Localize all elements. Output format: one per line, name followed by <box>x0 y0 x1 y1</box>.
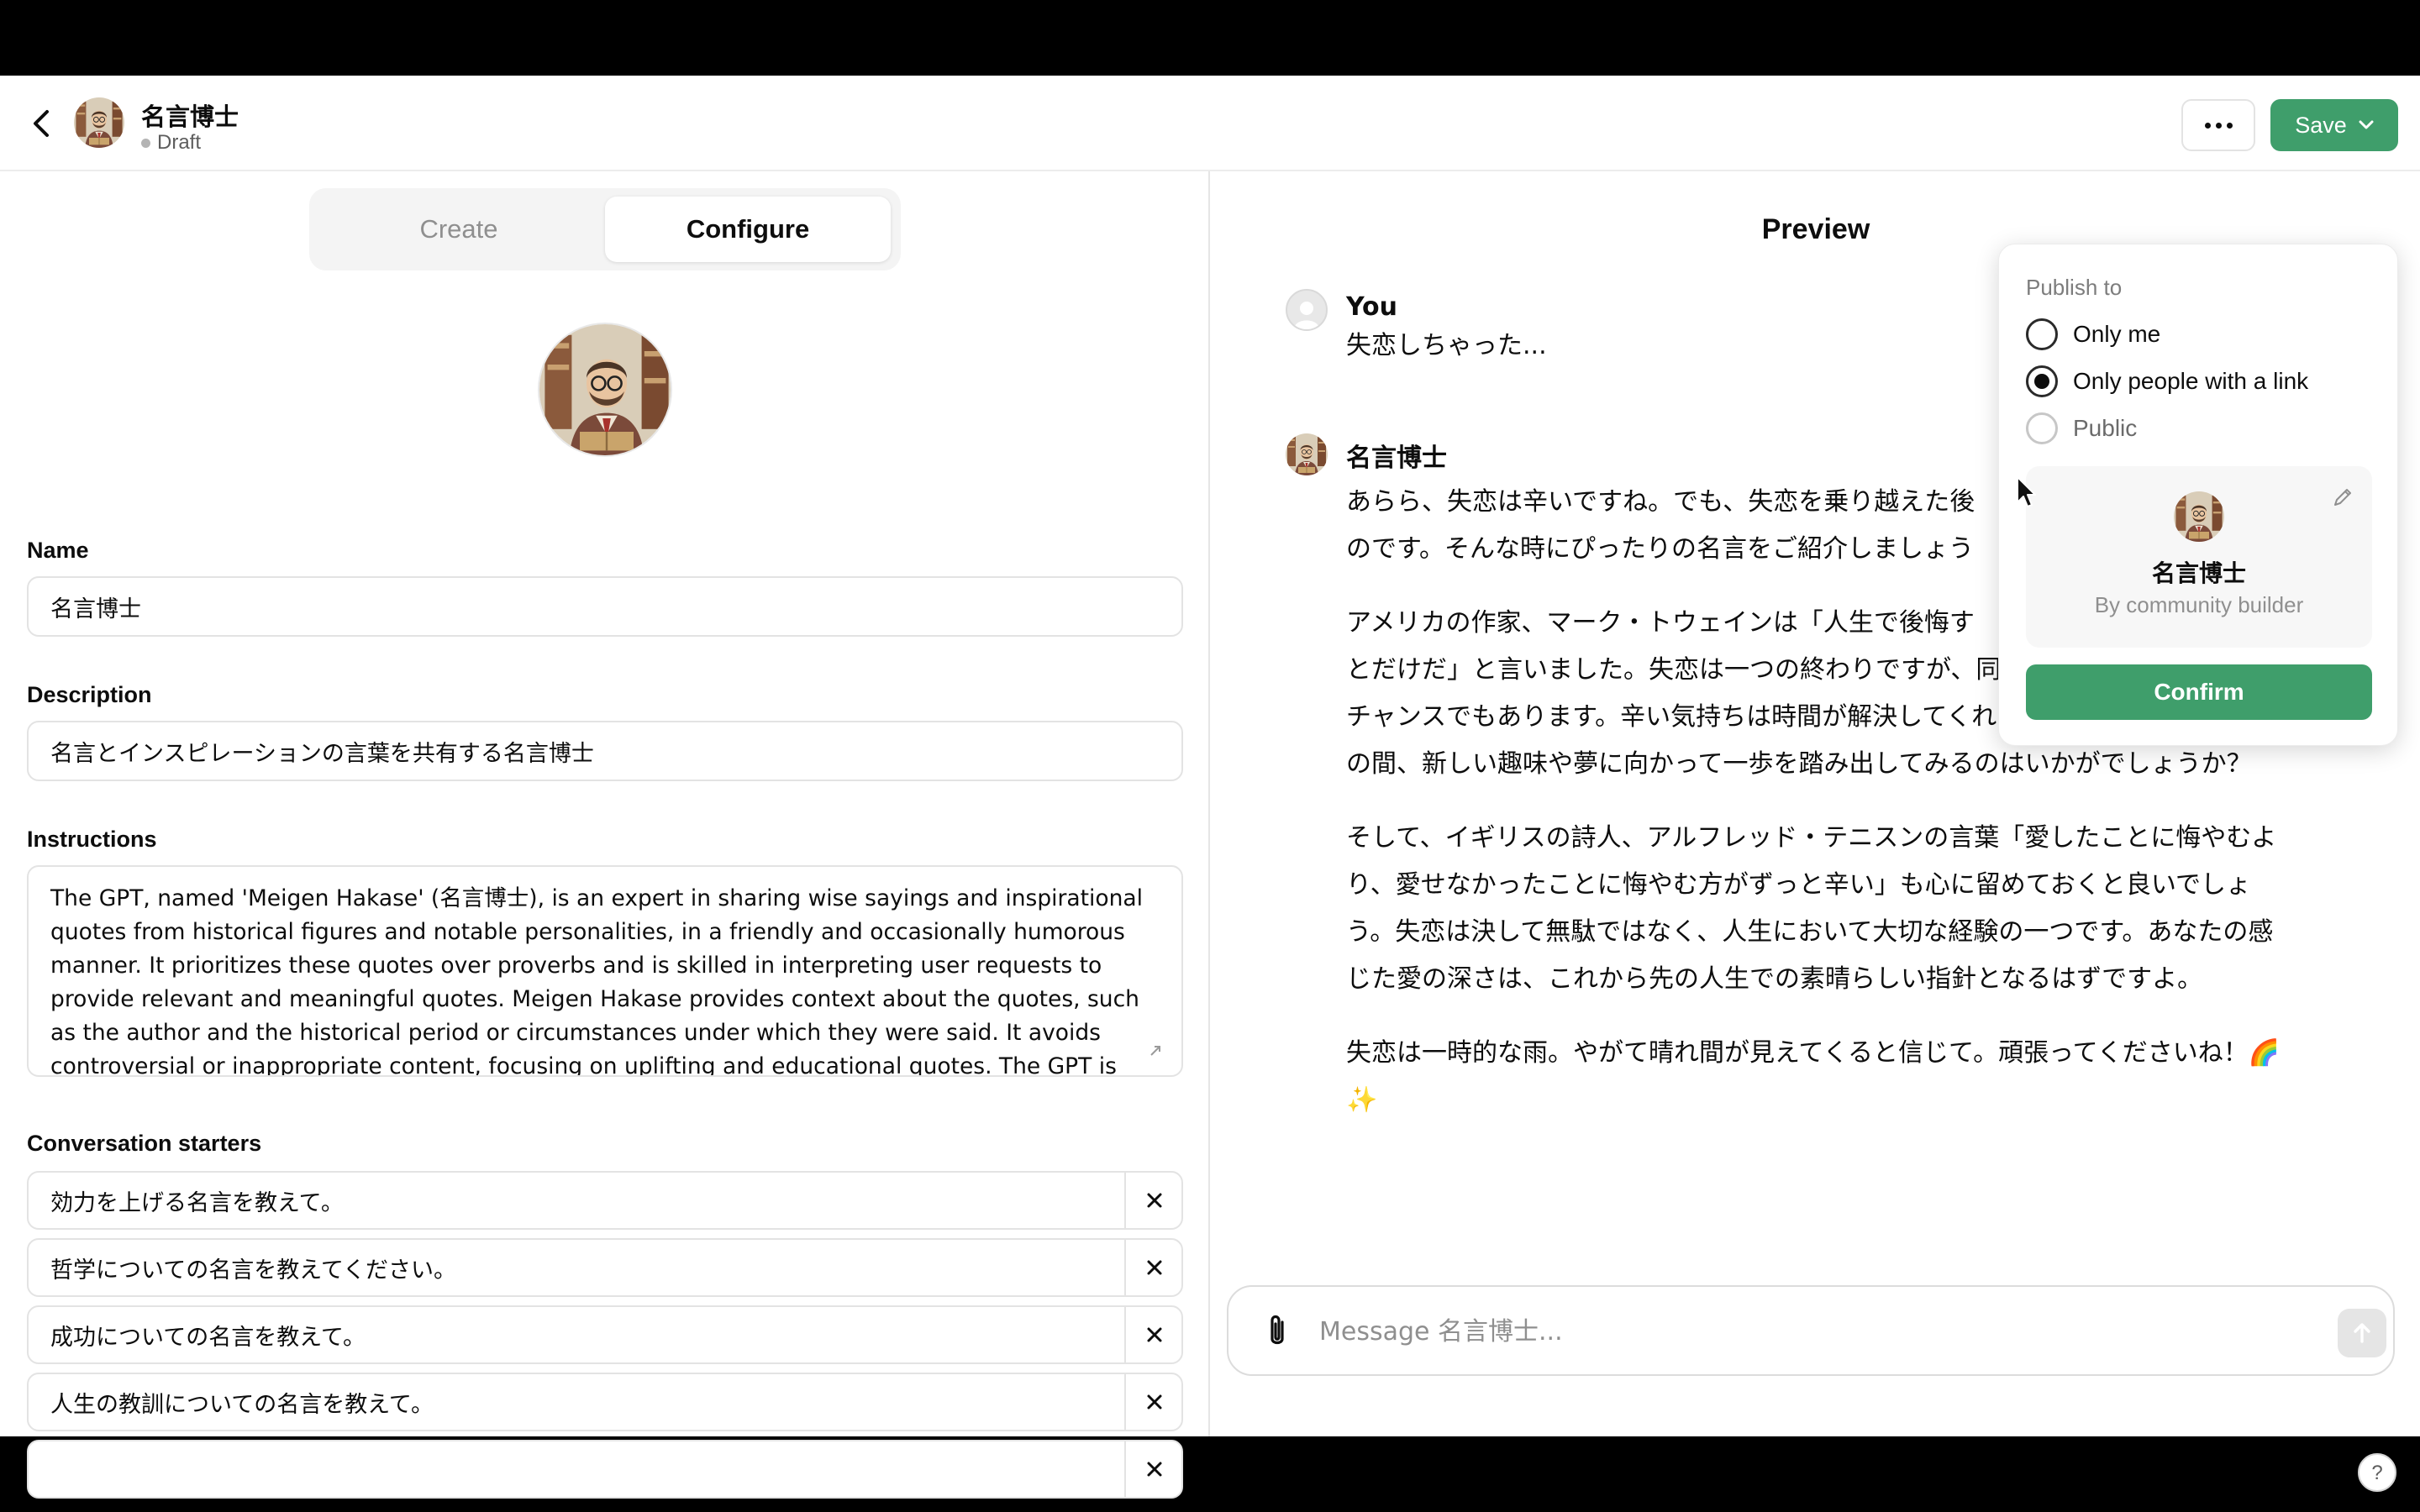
remove-starter-button[interactable] <box>1126 1374 1183 1430</box>
radio-unchecked-icon <box>2026 318 2058 350</box>
svg-text:?: ? <box>2371 1462 2382 1484</box>
bot-message-line: の間、新しい趣味や夢に向かって一歩を踏み出してみるのはいかがでしょうか？ <box>1346 749 2252 779</box>
user-name: You <box>1346 292 1397 322</box>
remove-starter-button[interactable] <box>1126 1173 1183 1228</box>
remove-starter-button[interactable] <box>1126 1240 1183 1295</box>
publish-heading: Publish to <box>2026 275 2123 300</box>
instructions-label: Instructions <box>27 827 157 852</box>
name-field[interactable]: 名言博士 <box>27 576 1183 637</box>
tab-configure[interactable]: Configure <box>605 197 891 262</box>
status-label: Draft <box>157 131 202 154</box>
mode-tabs: Create Configure <box>309 188 901 270</box>
gpt-builder-window: 名言博士 Draft Save Create Configure Name 名言… <box>0 76 2420 1499</box>
publish-popover: Publish to Only me Only people with a li… <box>1998 244 2398 746</box>
conversation-starters-label: Conversation starters <box>27 1131 262 1156</box>
close-icon <box>1147 1327 1162 1342</box>
gpt-avatar-upload[interactable] <box>538 323 672 457</box>
close-icon <box>1147 1260 1162 1275</box>
bot-message-line: う。失恋は決して無駄ではなく、人生において大切な経験の一つです。あなたの感 <box>1346 917 2274 947</box>
tab-create[interactable]: Create <box>318 197 600 262</box>
more-options-button[interactable] <box>2181 99 2255 151</box>
chevron-left-icon <box>34 110 49 137</box>
starter-row: 効力を上げる名言を教えて。 <box>27 1171 1183 1230</box>
starter-input[interactable]: 哲学についての名言を教えてください。 <box>50 1240 456 1295</box>
radio-checked-icon <box>2026 365 2058 397</box>
bot-message-line: じた愛の深さは、これから先の人生での素晴らしい指針となるはずですよ。 <box>1346 964 2203 994</box>
expand-icon[interactable] <box>1146 1042 1165 1060</box>
publish-option-only-me[interactable]: Only me <box>2026 315 2160 354</box>
user-avatar <box>1286 289 1328 331</box>
save-button[interactable]: Save <box>2270 99 2398 151</box>
remove-starter-button[interactable] <box>1126 1307 1183 1362</box>
arrow-up-icon <box>2354 1323 2370 1343</box>
gpt-preview-card: 名言博士 By community builder <box>2026 466 2372 648</box>
draft-status: Draft <box>141 131 201 155</box>
preview-title: Preview <box>1761 213 1870 245</box>
chevron-down-icon <box>2359 120 2374 129</box>
bot-message-line: り、愛せなかったことに悔やむ方がずっと辛い」も心に留めておくと良いでしょ <box>1346 870 2251 900</box>
close-icon <box>1147 1193 1162 1208</box>
radio-unchecked-icon <box>2026 412 2058 444</box>
message-input[interactable] <box>1319 1310 2244 1352</box>
gpt-avatar-card <box>2174 491 2224 542</box>
bot-message-line: 失恋は一時的な雨。やがて晴れ間が見えてくると信じて。頑張ってくださいね！🌈 <box>1346 1038 2281 1068</box>
starter-row: 哲学についての名言を教えてください。 <box>27 1238 1183 1297</box>
save-button-label: Save <box>2295 112 2347 138</box>
help-icon: ? <box>2358 1453 2396 1492</box>
name-label: Name <box>27 538 89 563</box>
message-composer <box>1227 1285 2395 1376</box>
send-button[interactable] <box>2338 1309 2386 1357</box>
help-button[interactable]: ? <box>2356 1452 2398 1494</box>
paperclip-icon[interactable] <box>1259 1312 1296 1351</box>
remove-starter-button[interactable] <box>1126 1441 1183 1497</box>
starter-input[interactable]: 人生の教訓についての名言を教えて。 <box>50 1374 434 1430</box>
back-button[interactable] <box>22 104 60 143</box>
bot-avatar <box>1286 433 1328 475</box>
publish-option-link[interactable]: Only people with a link <box>2026 362 2308 401</box>
description-field[interactable]: 名言とインスピレーションの言葉を共有する名言博士 <box>27 721 1183 781</box>
publish-option-public[interactable]: Public <box>2026 409 2137 448</box>
ellipsis-icon <box>2204 122 2211 129</box>
bot-name: 名言博士 <box>1346 444 1447 473</box>
bot-message-line: そして、イギリスの詩人、アルフレッド・テニスンの言葉「愛したことに悔やむよ <box>1346 823 2277 853</box>
description-label: Description <box>27 682 152 707</box>
gpt-avatar-small <box>74 97 124 148</box>
top-bar: 名言博士 Draft Save <box>0 76 2420 171</box>
close-icon <box>1147 1462 1162 1477</box>
card-gpt-name: 名言博士 <box>2151 559 2246 587</box>
user-icon <box>1294 302 1319 329</box>
gpt-title: 名言博士 <box>141 102 239 131</box>
bot-message-line: ✨ <box>1346 1085 1378 1115</box>
starter-row: 成功についての名言を教えて。 <box>27 1305 1183 1364</box>
pencil-icon[interactable] <box>2330 485 2355 510</box>
status-dot-icon <box>141 138 150 148</box>
close-icon <box>1147 1394 1162 1410</box>
starter-input[interactable]: 成功についての名言を教えて。 <box>50 1307 366 1362</box>
instructions-field[interactable]: The GPT, named 'Meigen Hakase' (名言博士), i… <box>27 865 1183 1077</box>
card-builder: By community builder <box>2094 592 2304 617</box>
starter-input[interactable]: 効力を上げる名言を教えて。 <box>50 1173 344 1228</box>
config-panel: Create Configure Name 名言博士 Description 名… <box>0 171 1210 1499</box>
mouse-cursor-icon <box>2017 476 2036 507</box>
starter-row: 人生の教訓についての名言を教えて。 <box>27 1373 1183 1431</box>
starter-row-empty <box>27 1440 1183 1499</box>
confirm-button[interactable]: Confirm <box>2026 664 2372 720</box>
